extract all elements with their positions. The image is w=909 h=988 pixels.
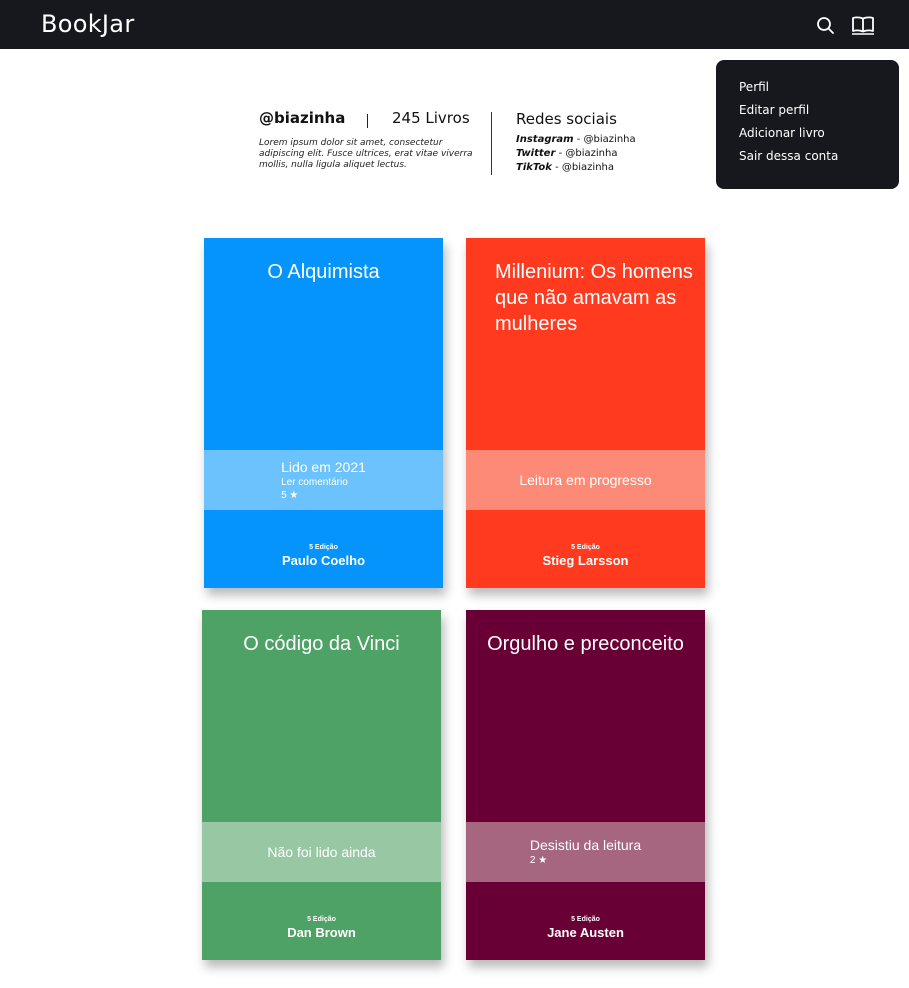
book-title: Millenium: Os homens que não amavam as m…: [495, 261, 693, 335]
menu-item-sair[interactable]: Sair dessa conta: [739, 150, 899, 162]
divider: [367, 114, 368, 128]
book-status-band: Não foi lido ainda: [202, 822, 441, 882]
book-card-orgulho-e-preconceito[interactable]: Orgulho e preconceito Desistiu da leitur…: [466, 610, 705, 960]
book-footer: 5 Edição Paulo Coelho: [204, 543, 443, 569]
book-title: O código da Vinci: [243, 633, 400, 655]
top-navbar: BookJar: [0, 0, 909, 49]
book-edition: 5 Edição: [309, 544, 338, 551]
social-tiktok[interactable]: TikTok - @biazinha: [516, 161, 636, 175]
social-title: Redes sociais: [516, 110, 617, 128]
book-author: Jane Austen: [547, 925, 624, 940]
book-title: O Alquimista: [267, 261, 380, 283]
book-status: Leitura em progresso: [519, 471, 652, 488]
book-author: Stieg Larsson: [542, 553, 629, 568]
menu-item-adicionar-livro[interactable]: Adicionar livro: [739, 127, 899, 139]
book-status-band: Desistiu da leitura 2 ★: [466, 822, 705, 882]
brand-logo[interactable]: BookJar: [41, 10, 134, 38]
book-edition: 5 Edição: [571, 544, 600, 551]
book-card-o-codigo-da-vinci[interactable]: O código da Vinci Não foi lido ainda 5 E…: [202, 610, 441, 960]
user-dropdown-menu: Perfil Editar perfil Adicionar livro Sai…: [716, 60, 899, 189]
open-book-icon[interactable]: [851, 14, 875, 36]
profile-bio: Lorem ipsum dolor sit amet, consectetur …: [259, 138, 473, 170]
profile-book-count: 245 Livros: [392, 109, 470, 127]
book-author: Paulo Coelho: [281, 553, 366, 568]
menu-item-perfil[interactable]: Perfil: [739, 81, 899, 93]
book-status: Desistiu da leitura: [529, 837, 642, 853]
book-rating: 2 ★: [529, 855, 548, 866]
book-card-millenium[interactable]: Millenium: Os homens que não amavam as m…: [466, 238, 705, 588]
book-author: Dan Brown: [287, 925, 356, 940]
book-status-band: Lido em 2021 Ler comentário 5 ★: [204, 450, 443, 510]
profile-username: @biazinha: [259, 109, 346, 127]
menu-item-editar-perfil[interactable]: Editar perfil: [739, 104, 899, 116]
book-edition: 5 Edição: [307, 916, 336, 923]
book-footer: 5 Edição Stieg Larsson: [466, 543, 705, 569]
book-rating: 5 ★: [281, 489, 299, 501]
book-status-band: Leitura em progresso: [466, 450, 705, 510]
book-status: Não foi lido ainda: [267, 843, 376, 860]
book-footer: 5 Edição Jane Austen: [466, 915, 705, 941]
social-instagram[interactable]: Instagram - @biazinha: [516, 133, 636, 147]
book-edition: 5 Edição: [571, 916, 600, 923]
book-footer: 5 Edição Dan Brown: [202, 915, 441, 941]
book-title: Orgulho e preconceito: [487, 633, 684, 655]
book-status: Lido em 2021: [281, 458, 366, 475]
divider: [491, 112, 492, 175]
profile-header: @biazinha 245 Livros Lorem ipsum dolor s…: [259, 107, 659, 187]
search-icon[interactable]: [814, 14, 836, 36]
book-card-o-alquimista[interactable]: O Alquimista Lido em 2021 Ler comentário…: [204, 238, 443, 588]
read-comment-link[interactable]: Ler comentário: [281, 476, 366, 489]
social-links: Instagram - @biazinha Twitter - @biazinh…: [516, 133, 636, 175]
social-twitter[interactable]: Twitter - @biazinha: [516, 147, 636, 161]
